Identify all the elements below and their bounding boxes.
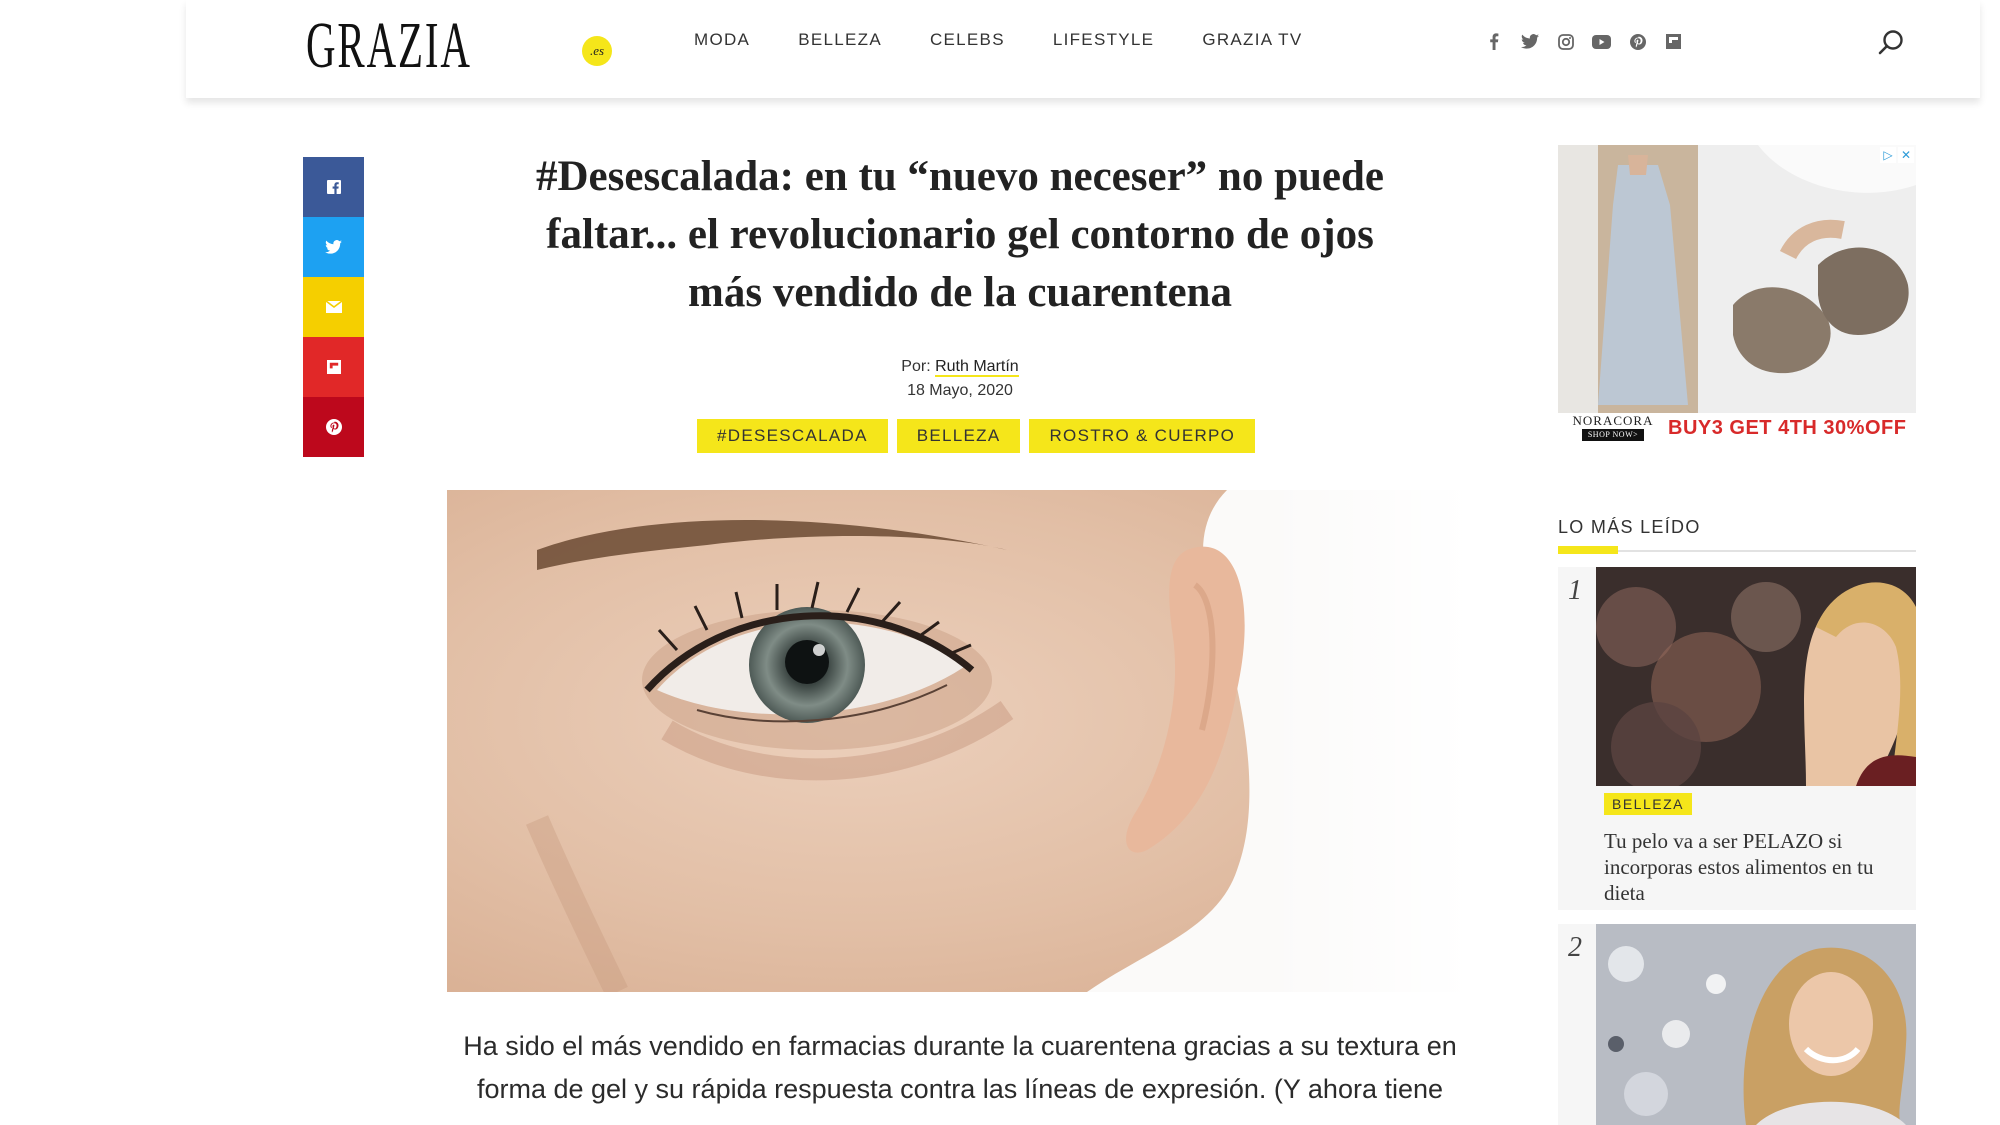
instagram-icon[interactable]	[1556, 32, 1575, 51]
tag-rostro-cuerpo[interactable]: ROSTRO & CUERPO	[1029, 419, 1256, 453]
nav-item-lifestyle[interactable]: LIFESTYLE	[1053, 30, 1154, 50]
popular-thumb-1	[1596, 567, 1916, 786]
popular-rank: 1	[1568, 575, 1582, 606]
popular-accent	[1558, 546, 1618, 554]
ad-offer: BUY3 GET 4TH 30%OFF	[1668, 416, 1907, 439]
search-icon[interactable]	[1876, 28, 1906, 58]
nav-item-belleza[interactable]: BELLEZA	[798, 30, 882, 50]
ad-footer: NORACORA SHOP NOW> BUY3 GET 4TH 30%OFF	[1558, 413, 1916, 443]
share-twitter-button[interactable]	[303, 217, 364, 277]
site-header: GRAZIA .es MODA BELLEZA CELEBS LIFESTYLE…	[186, 0, 1980, 98]
ad-choices[interactable]: ▷ ✕	[1880, 147, 1914, 163]
logo-suffix: .es	[582, 36, 612, 66]
flipboard-icon	[326, 360, 341, 374]
flipboard-icon[interactable]	[1664, 32, 1683, 51]
popular-category[interactable]: BELLEZA	[1604, 793, 1692, 815]
byline: Por: Ruth Martín	[760, 358, 1160, 377]
email-icon	[325, 301, 342, 313]
grazia-logo[interactable]: GRAZIA .es	[306, 13, 612, 79]
article-lede: Ha sido el más vendido en farmacias dura…	[463, 1031, 1457, 1104]
facebook-icon	[326, 180, 341, 194]
ad-image	[1558, 145, 1916, 413]
byline-label: Por:	[901, 358, 931, 375]
ad-brand: NORACORA	[1572, 413, 1654, 428]
ad-shop-now[interactable]: SHOP NOW>	[1581, 429, 1645, 441]
social-links	[1484, 32, 1683, 51]
hero-image	[447, 490, 1472, 992]
popular-thumb-2	[1596, 924, 1916, 1125]
tag-desescalada[interactable]: #DESESCALADA	[697, 419, 888, 453]
pinterest-icon[interactable]	[1628, 32, 1647, 51]
twitter-icon[interactable]	[1520, 32, 1539, 51]
popular-title-1[interactable]: Tu pelo va a ser PELAZO si incorporas es…	[1604, 828, 1904, 906]
twitter-icon	[325, 240, 342, 254]
share-flipboard-button[interactable]	[303, 337, 364, 397]
popular-item-1[interactable]: 1 BELLEZA Tu pelo va a ser PELAZO si inc…	[1558, 567, 1916, 910]
tag-belleza[interactable]: BELLEZA	[896, 419, 1021, 453]
share-email-button[interactable]	[303, 277, 364, 337]
main-nav: MODA BELLEZA CELEBS LIFESTYLE GRAZIA TV	[694, 30, 1351, 50]
share-facebook-button[interactable]	[303, 157, 364, 217]
popular-item-2[interactable]: 2	[1558, 924, 1916, 1125]
author-link[interactable]: Ruth Martín	[935, 358, 1019, 377]
youtube-icon[interactable]	[1592, 32, 1611, 51]
ad-close-icon[interactable]: ✕	[1898, 147, 1914, 163]
tag-list: #DESESCALADA BELLEZA ROSTRO & CUERPO	[697, 419, 1256, 453]
ad-banner[interactable]: ▷ ✕ NORACORA SHOP NOW> BUY3 GET 4TH 30%O…	[1558, 145, 1916, 443]
publish-date: 18 Mayo, 2020	[907, 382, 1013, 399]
popular-heading: LO MÁS LEÍDO	[1558, 517, 1701, 537]
facebook-icon[interactable]	[1484, 32, 1503, 51]
nav-item-grazia-tv[interactable]: GRAZIA TV	[1202, 30, 1302, 50]
nav-item-celebs[interactable]: CELEBS	[930, 30, 1005, 50]
nav-item-moda[interactable]: MODA	[694, 30, 750, 50]
article-title: #Desescalada: en tu “nuevo neceser” no p…	[535, 153, 1384, 316]
pinterest-icon	[325, 419, 342, 435]
ad-info-icon[interactable]: ▷	[1880, 147, 1896, 163]
share-bar	[303, 157, 364, 457]
popular-rank: 2	[1568, 932, 1582, 963]
share-pinterest-button[interactable]	[303, 397, 364, 457]
